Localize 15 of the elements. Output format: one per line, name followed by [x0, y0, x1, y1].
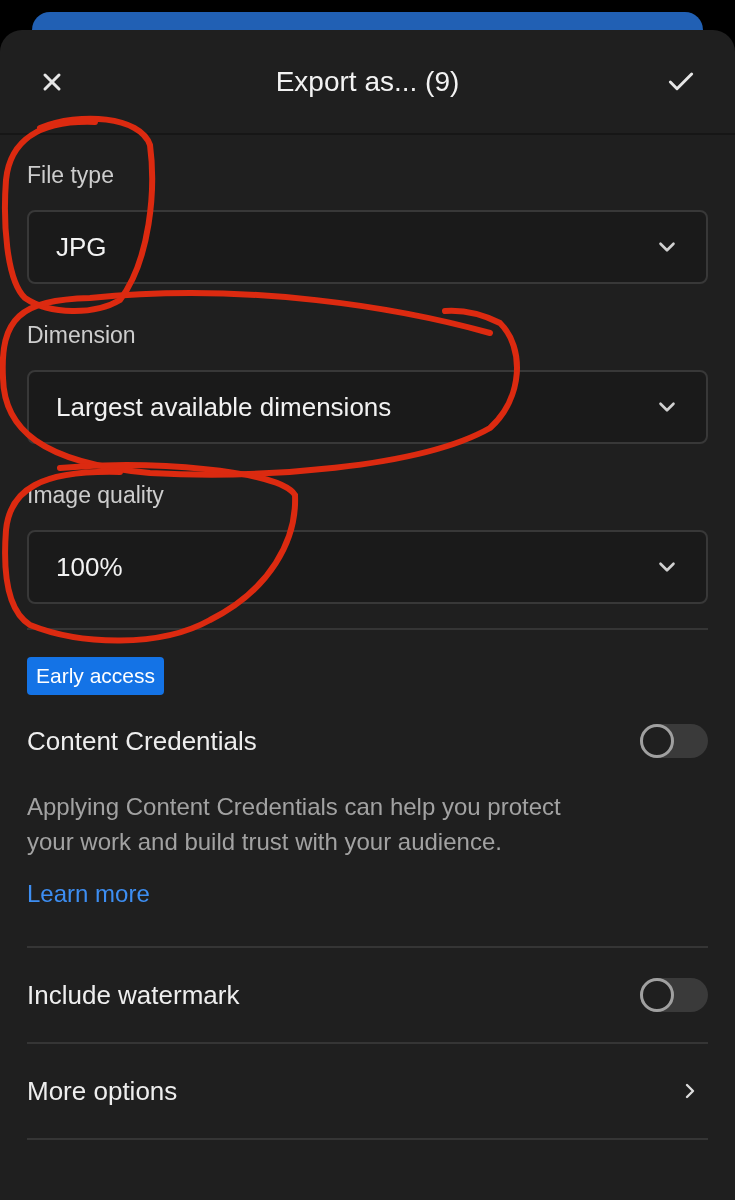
- learn-more-link[interactable]: Learn more: [27, 876, 150, 911]
- description-text: Applying Content Credentials can help you protect your work and build trust with your audience.: [27, 792, 562, 857]
- setting-label: Include watermark: [27, 979, 240, 1011]
- toggle-switch[interactable]: [640, 978, 708, 1012]
- sheet-title: Export as... (9): [275, 64, 460, 99]
- field-label: File type: [27, 161, 114, 190]
- field-label: Dimension: [27, 321, 136, 350]
- field-label: Image quality: [27, 481, 164, 510]
- feature-badge: Early access: [27, 657, 165, 695]
- select-field[interactable]: JPG: [27, 210, 708, 284]
- select-field[interactable]: Largest available dimensions: [27, 370, 708, 444]
- toggle-switch[interactable]: [640, 724, 708, 758]
- more-options-row[interactable]: More options: [27, 1044, 708, 1138]
- select-field[interactable]: 100%: [27, 530, 708, 604]
- setting-label: Content Credentials: [27, 725, 257, 757]
